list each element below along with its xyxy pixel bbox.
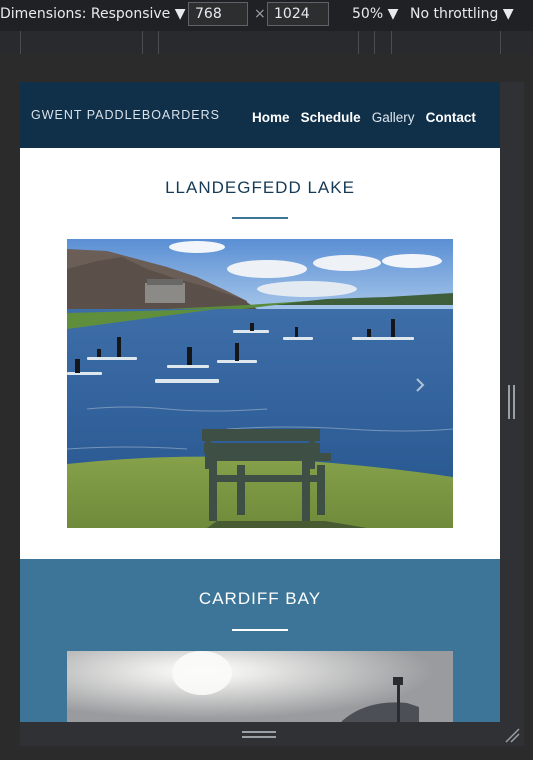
gallery-section-cardiff: CARDIFF BAY bbox=[20, 559, 500, 722]
section-title: LLANDEGFEDD LAKE bbox=[165, 178, 355, 197]
gallery-photo-bay[interactable] bbox=[67, 651, 453, 722]
nav-schedule[interactable]: Schedule bbox=[301, 110, 361, 125]
bay-photo-image bbox=[67, 651, 453, 722]
gallery-photo-lake[interactable] bbox=[67, 239, 453, 528]
ruler-tick bbox=[142, 31, 143, 54]
height-input[interactable] bbox=[267, 2, 329, 26]
nav-gallery[interactable]: Gallery bbox=[372, 110, 415, 125]
ruler-tick bbox=[158, 31, 159, 54]
devtools-toolbar: Dimensions: Responsive ▼ × 50% ▼ No thro… bbox=[0, 0, 533, 31]
times-separator: × bbox=[254, 6, 266, 22]
resize-grip-icon[interactable] bbox=[507, 385, 517, 419]
throttle-dropdown[interactable]: No throttling ▼ bbox=[410, 6, 514, 22]
width-input[interactable] bbox=[188, 2, 248, 26]
ruler-tick bbox=[500, 31, 501, 54]
title-underline bbox=[232, 217, 288, 219]
media-query-ruler[interactable] bbox=[0, 31, 533, 55]
ruler-tick bbox=[391, 31, 392, 54]
site-navbar: GWENT PADDLEBOARDERS Home Schedule Galle… bbox=[20, 82, 500, 148]
title-underline bbox=[232, 629, 288, 631]
nav-contact[interactable]: Contact bbox=[426, 110, 476, 125]
lake-photo-image bbox=[67, 239, 453, 528]
gallery-section-llandegfedd: LLANDEGFEDD LAKE bbox=[20, 148, 500, 559]
ruler-tick bbox=[20, 31, 21, 54]
nav-links: Home Schedule Gallery Contact bbox=[252, 107, 482, 126]
emulated-viewport: GWENT PADDLEBOARDERS Home Schedule Galle… bbox=[20, 82, 500, 722]
nav-home[interactable]: Home bbox=[252, 110, 290, 125]
section-title: CARDIFF BAY bbox=[198, 589, 322, 608]
resize-grip-icon[interactable] bbox=[242, 731, 276, 739]
dimensions-dropdown[interactable]: Dimensions: Responsive ▼ bbox=[0, 6, 186, 22]
ruler-tick bbox=[374, 31, 375, 54]
ruler-tick bbox=[358, 31, 359, 54]
site-brand[interactable]: GWENT PADDLEBOARDERS bbox=[31, 108, 220, 122]
zoom-dropdown[interactable]: 50% ▼ bbox=[352, 6, 398, 22]
corner-resize-icon[interactable] bbox=[503, 726, 521, 744]
